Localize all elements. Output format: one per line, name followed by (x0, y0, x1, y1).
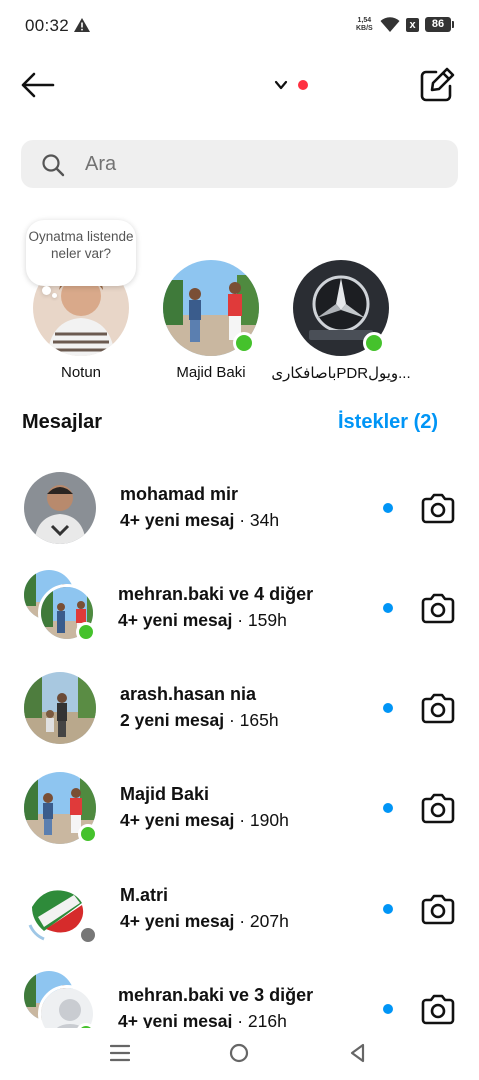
unread-dot (383, 904, 393, 914)
note-majid-baki[interactable]: Majid Baki (146, 260, 276, 390)
thread-row[interactable]: mehran.baki ve 4 diğer 4+ yeni mesaj · 1… (0, 554, 479, 650)
camera-icon[interactable] (420, 592, 456, 624)
thread-name: mohamad mir (120, 484, 239, 504)
group-avatar (22, 969, 102, 1028)
camera-icon[interactable] (420, 692, 456, 724)
thread-name: arash.hasan nia (120, 684, 257, 704)
thread-time: · 165h (228, 710, 279, 730)
chevron-down-icon (274, 80, 288, 90)
camera-icon[interactable] (420, 492, 456, 524)
thread-new-count: 2 yeni mesaj (120, 710, 225, 730)
thread-row[interactable]: mohamad mir 4+ yeni mesaj · 34h (0, 454, 479, 550)
network-speed-value: 1,54 (357, 17, 372, 24)
messages-title: Mesajlar (22, 411, 103, 433)
thread-time: · 207h (239, 911, 289, 931)
account-switcher[interactable] (270, 72, 318, 98)
thread-time: · 34h (239, 510, 280, 530)
thread-new-count: 4+ yeni mesaj (120, 911, 235, 931)
thread-meta: 4+ yeni mesaj · 190h (120, 810, 289, 831)
thread-time: · 159h (237, 610, 287, 630)
status-indicator (78, 925, 98, 945)
requests-link[interactable]: İstekler (2) (338, 411, 438, 434)
thread-row[interactable]: arash.hasan nia 2 yeni mesaj · 165h (0, 654, 479, 750)
thread-name: mehran.baki ve 3 diğer (118, 985, 314, 1005)
note-label: باصافکاریPDRویول... (271, 365, 411, 382)
thread-meta: 4+ yeni mesaj · 216h (118, 1011, 287, 1028)
thread-row[interactable]: Majid Baki 4+ yeni mesaj · 190h (0, 754, 479, 850)
unread-dot (383, 603, 393, 613)
thread-new-count: 4+ yeni mesaj (118, 1011, 233, 1028)
unread-dot (383, 703, 393, 713)
thread-time: · 190h (239, 810, 289, 830)
online-indicator (363, 332, 385, 354)
search-icon (42, 154, 65, 177)
wifi-icon (380, 17, 400, 32)
unread-dot (383, 503, 393, 513)
note-label: Notun (60, 364, 102, 381)
unread-dot (383, 803, 393, 813)
menu-icon[interactable] (110, 1044, 130, 1062)
thread-new-count: 4+ yeni mesaj (120, 510, 235, 530)
back-triangle-icon[interactable] (348, 1043, 368, 1063)
thread-time: · 216h (237, 1011, 287, 1028)
thread-meta: 4+ yeni mesaj · 34h (120, 510, 279, 531)
search-bar[interactable] (21, 140, 458, 188)
status-time: 00:32 (25, 16, 70, 35)
thread-name: mehran.baki ve 4 diğer (118, 584, 314, 604)
thread-row[interactable]: mehran.baki ve 3 diğer 4+ yeni mesaj · 2… (0, 955, 479, 1028)
thread-new-count: 4+ yeni mesaj (120, 810, 235, 830)
avatar (24, 672, 96, 744)
network-speed: 1,54 KB/S (356, 17, 373, 33)
avatar (38, 985, 96, 1028)
battery-icon: 86 (425, 17, 454, 32)
thread-name: Majid Baki (120, 784, 210, 804)
thread-meta: 4+ yeni mesaj · 159h (118, 610, 287, 631)
compose-icon[interactable] (418, 66, 458, 104)
thread-name: M.atri (120, 885, 169, 905)
thread-meta: 2 yeni mesaj · 165h (120, 710, 279, 731)
note-prompt-bubble[interactable]: Oynatma listende neler var? (26, 220, 136, 286)
thread-row[interactable]: M.atri 4+ yeni mesaj · 207h (0, 855, 479, 951)
unread-dot (383, 1004, 393, 1014)
camera-icon[interactable] (420, 893, 456, 925)
status-bar: 00:32 1,54 KB/S x 86 (0, 0, 479, 50)
camera-icon[interactable] (420, 792, 456, 824)
avatar (24, 472, 96, 544)
bubble-tail (52, 293, 57, 298)
note-pdr[interactable]: باصافکاریPDRویول... (271, 260, 411, 390)
bubble-tail (42, 286, 51, 295)
online-indicator (233, 332, 255, 354)
system-nav-bar (0, 1028, 479, 1080)
home-circle-icon[interactable] (229, 1043, 249, 1063)
warning-icon (74, 18, 90, 32)
notification-dot (298, 80, 308, 90)
network-speed-unit: KB/S (356, 25, 373, 32)
online-indicator (76, 622, 96, 642)
online-indicator (78, 824, 98, 844)
thread-meta: 4+ yeni mesaj · 207h (120, 911, 289, 932)
back-arrow-icon[interactable] (20, 70, 56, 100)
camera-icon[interactable] (420, 993, 456, 1025)
no-sim-icon: x (406, 18, 419, 32)
thread-new-count: 4+ yeni mesaj (118, 610, 233, 630)
search-input[interactable] (85, 148, 435, 180)
note-label: Majid Baki (176, 364, 246, 381)
